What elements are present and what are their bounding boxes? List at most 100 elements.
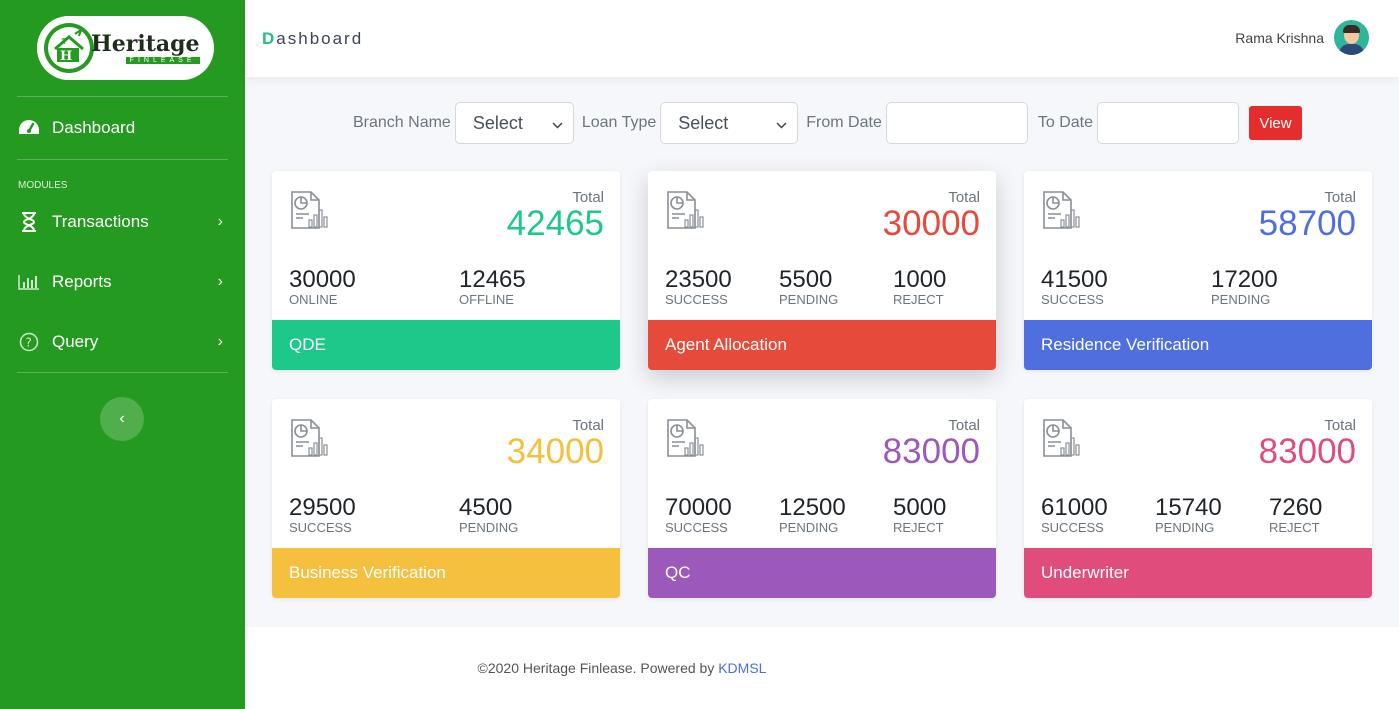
stat-card-agent-allocation[interactable]: Total 30000 23500 SUCCESS 5500 PENDING 1000 REJ…	[648, 171, 996, 370]
page-title-initial: D	[262, 28, 277, 48]
total-value: 58700	[1258, 204, 1356, 243]
logo-area: H ₹ Heritage FINLEASE	[17, 0, 228, 97]
stat-item: 15740 PENDING	[1155, 495, 1222, 535]
top-header: Dashboard Rama Krishna	[245, 0, 1399, 77]
to-date-input[interactable]	[1096, 102, 1239, 144]
stat-card-qc[interactable]: Total 83000 70000 SUCCESS 12500 PENDING 5000 RE…	[648, 399, 996, 598]
footer-link-kdmsl[interactable]: KDMSL	[718, 660, 766, 676]
total-value: 34000	[506, 432, 604, 471]
bar-chart-icon	[18, 271, 40, 293]
stat-label: PENDING	[459, 520, 519, 535]
view-button[interactable]: View	[1248, 106, 1302, 140]
loan-type-select-value: Select	[678, 112, 729, 133]
stat-value: 23500	[665, 266, 732, 293]
stat-value: 29500	[289, 494, 356, 521]
stat-value: 30000	[289, 266, 356, 293]
main-content: Branch Name Select Loan Type Select From…	[245, 77, 1399, 627]
chevron-right-icon: ›	[217, 333, 223, 350]
total-value: 30000	[882, 204, 980, 243]
to-date-label: To Date	[1037, 114, 1093, 131]
sidebar: H ₹ Heritage FINLEASE Dashboard MODULES …	[0, 0, 245, 709]
chevron-left-icon: ‹	[119, 410, 125, 427]
card-title-bar[interactable]: Underwriter	[1024, 548, 1372, 598]
chevron-right-icon: ›	[217, 273, 223, 290]
stat-item: 23500 SUCCESS	[665, 267, 732, 307]
stat-card-qde[interactable]: Total 42465 30000 ONLINE 12465 OFFLINE QDE	[272, 171, 620, 370]
hourglass-icon	[18, 211, 40, 233]
stat-label: OFFLINE	[459, 292, 514, 307]
stat-label: REJECT	[893, 292, 944, 307]
page-title: Dashboard	[262, 29, 363, 49]
branch-name-label: Branch Name	[353, 114, 451, 131]
stat-value: 15740	[1155, 494, 1222, 521]
stat-item: 5500 PENDING	[779, 267, 838, 307]
stat-value: 1000	[893, 266, 947, 293]
report-document-icon	[1041, 190, 1081, 230]
user-menu[interactable]: Rama Krishna	[1235, 20, 1369, 55]
card-title: Agent Allocation	[665, 335, 787, 354]
sidebar-item-label: Transactions	[52, 212, 149, 231]
loan-type-select[interactable]: Select	[660, 102, 799, 144]
stat-value: 61000	[1041, 494, 1108, 521]
speedometer-icon	[18, 117, 40, 139]
total-value: 83000	[882, 432, 980, 471]
stat-card-underwriter[interactable]: Total 83000 61000 SUCCESS 15740 PENDING 7260 RE…	[1024, 399, 1372, 598]
svg-text:H: H	[60, 49, 72, 64]
stat-item: 61000 SUCCESS	[1041, 495, 1108, 535]
stat-value: 5000	[893, 494, 947, 521]
user-name: Rama Krishna	[1235, 29, 1324, 46]
total-value: 42465	[506, 204, 604, 243]
stat-label: REJECT	[893, 520, 944, 535]
sidebar-item-reports[interactable]: Reports ›	[0, 252, 245, 312]
stat-value: 12465	[459, 266, 526, 293]
report-document-icon	[1041, 418, 1081, 458]
stat-value: 17200	[1211, 266, 1278, 293]
loan-type-label: Loan Type	[581, 114, 657, 131]
card-title: Residence Verification	[1041, 335, 1210, 354]
chevron-right-icon: ›	[217, 213, 223, 230]
stat-item: 41500 SUCCESS	[1041, 267, 1108, 307]
sidebar-item-dashboard[interactable]: Dashboard	[0, 97, 245, 159]
filter-bar: Branch Name Select Loan Type Select From…	[353, 102, 1302, 144]
stat-card-business-verification[interactable]: Total 34000 29500 SUCCESS 4500 PENDING Busines…	[272, 399, 620, 598]
stat-item: 1000 REJECT	[893, 267, 946, 307]
from-date-input[interactable]	[885, 102, 1028, 144]
brand-logo[interactable]: H ₹ Heritage FINLEASE	[37, 16, 214, 80]
stat-value: 7260	[1269, 494, 1323, 521]
stat-item: 29500 SUCCESS	[289, 495, 356, 535]
svg-text:?: ?	[26, 336, 32, 350]
stat-value: 70000	[665, 494, 732, 521]
brand-name: Heritage	[91, 31, 200, 57]
stat-item: 5000 REJECT	[893, 495, 946, 535]
stat-card-residence-verification[interactable]: Total 58700 41500 SUCCESS 17200 PENDING Reside…	[1024, 171, 1372, 370]
footer-copyright: ©2020 Heritage Finlease. Powered by	[477, 660, 719, 676]
stat-label: REJECT	[1269, 520, 1320, 535]
card-title-bar[interactable]: QDE	[272, 320, 620, 370]
logo-text: Heritage FINLEASE	[91, 32, 200, 64]
stat-label: PENDING	[779, 292, 839, 307]
card-title-bar[interactable]: QC	[648, 548, 996, 598]
card-title-bar[interactable]: Agent Allocation	[648, 320, 996, 370]
sidebar-item-transactions[interactable]: Transactions ›	[0, 192, 245, 252]
stat-item: 4500 PENDING	[459, 495, 518, 535]
stat-label: SUCCESS	[665, 520, 728, 535]
chevron-down-icon	[776, 113, 787, 134]
stat-value: 41500	[1041, 266, 1108, 293]
stat-label: SUCCESS	[289, 520, 352, 535]
card-title-bar[interactable]: Business Verification	[272, 548, 620, 598]
stat-label: PENDING	[779, 520, 839, 535]
chevron-down-icon	[552, 113, 563, 134]
card-title: QDE	[289, 335, 326, 354]
branch-select[interactable]: Select	[454, 102, 574, 144]
card-title-bar[interactable]: Residence Verification	[1024, 320, 1372, 370]
stat-label: SUCCESS	[1041, 292, 1104, 307]
card-title: QC	[665, 563, 691, 582]
sidebar-item-query[interactable]: ? Query ›	[0, 312, 245, 372]
stat-item: 30000 ONLINE	[289, 267, 356, 307]
stat-value: 12500	[779, 494, 846, 521]
report-document-icon	[665, 418, 705, 458]
sidebar-collapse-button[interactable]: ‹	[100, 397, 144, 441]
brand-tagline: FINLEASE	[125, 57, 200, 64]
avatar[interactable]	[1334, 20, 1369, 55]
stat-item: 17200 PENDING	[1211, 267, 1278, 307]
